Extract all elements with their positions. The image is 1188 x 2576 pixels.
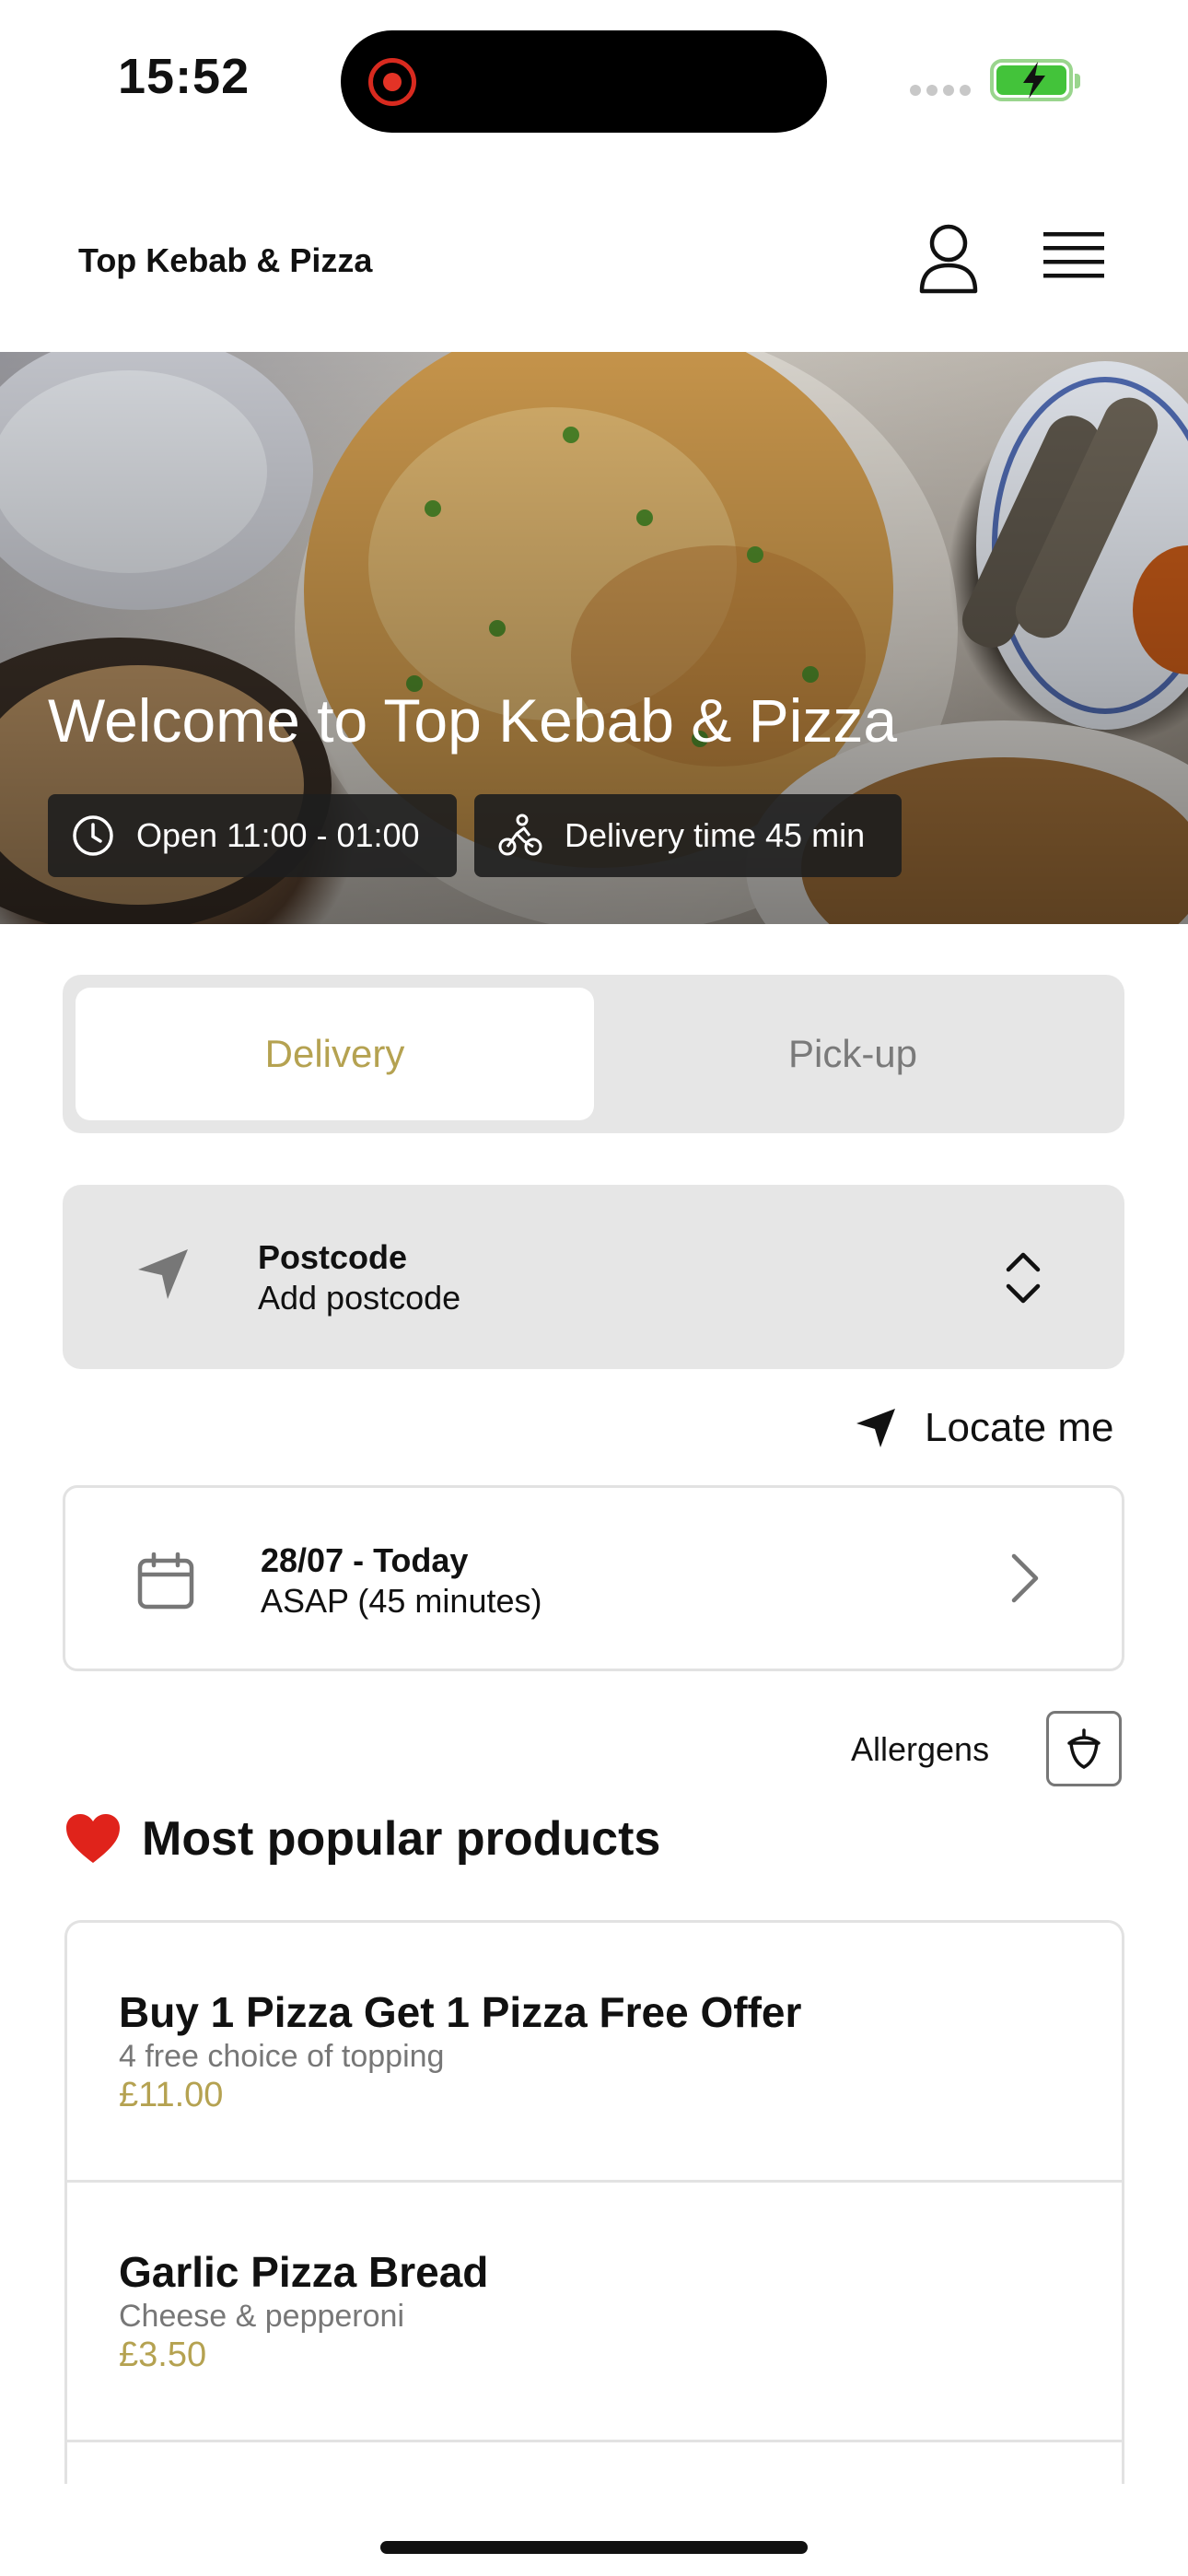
- chevron-right-icon: [1011, 1553, 1039, 1603]
- popular-section-title: Most popular products: [64, 1811, 660, 1867]
- app-header: Top Kebab & Pizza: [0, 166, 1188, 352]
- product-name: Garlic Pizza Bread: [119, 2248, 489, 2296]
- record-icon: [368, 58, 416, 106]
- location-arrow-icon: [856, 1409, 895, 1447]
- status-bar: 15:52: [0, 0, 1188, 166]
- schedule-time: ASAP (45 minutes): [261, 1582, 542, 1620]
- locate-me-button[interactable]: Locate me: [855, 1400, 1113, 1456]
- popular-title-text: Most popular products: [142, 1812, 661, 1866]
- bike-icon: [498, 814, 542, 856]
- opening-hours-badge: Open 11:00 - 01:00: [48, 794, 457, 877]
- postcode-selector[interactable]: Postcode Add postcode: [63, 1185, 1124, 1369]
- brand-name[interactable]: Top Kebab & Pizza: [78, 241, 372, 280]
- locate-me-label: Locate me: [925, 1405, 1114, 1450]
- delivery-time-badge: Delivery time 45 min: [474, 794, 902, 877]
- allergens-button[interactable]: [1046, 1711, 1122, 1786]
- dynamic-island: [341, 30, 827, 133]
- product-list: Buy 1 Pizza Get 1 Pizza Free Offer 4 fre…: [64, 1920, 1124, 2484]
- order-mode-toggle: Delivery Pick-up: [63, 975, 1124, 1133]
- product-description: Cheese & pepperoni: [119, 2299, 405, 2334]
- postcode-field[interactable]: Add postcode: [258, 1279, 460, 1317]
- location-arrow-icon: [138, 1249, 188, 1299]
- opening-hours-text: Open 11:00 - 01:00: [136, 816, 420, 854]
- product-name: Buy 1 Pizza Get 1 Pizza Free Offer: [119, 1988, 802, 2036]
- tab-delivery[interactable]: Delivery: [76, 988, 594, 1120]
- product-price: £3.50: [119, 2336, 207, 2374]
- clock-icon: [73, 815, 113, 856]
- home-indicator[interactable]: [380, 2541, 808, 2554]
- product-card[interactable]: Garlic Pizza Bread Cheese & pepperoni £3…: [67, 2183, 1122, 2442]
- hero-title: Welcome to Top Kebab & Pizza: [48, 686, 898, 755]
- schedule-selector[interactable]: 28/07 - Today ASAP (45 minutes): [63, 1485, 1124, 1671]
- hero-banner: Welcome to Top Kebab & Pizza Open 11:00 …: [0, 352, 1188, 924]
- calendar-icon: [137, 1552, 194, 1610]
- product-description: 4 free choice of topping: [119, 2039, 445, 2074]
- chevron-updown-icon: [1006, 1252, 1041, 1304]
- signal-icon: [910, 85, 971, 96]
- delivery-time-text: Delivery time 45 min: [565, 816, 866, 854]
- product-card[interactable]: Buy 1 Pizza Get 1 Pizza Free Offer 4 fre…: [67, 1923, 1122, 2183]
- menu-icon[interactable]: [1043, 230, 1104, 284]
- status-time: 15:52: [118, 49, 250, 104]
- user-icon[interactable]: [916, 223, 981, 295]
- acorn-icon: [1067, 1728, 1101, 1769]
- product-price: £11.00: [119, 2076, 224, 2114]
- battery-icon: [990, 59, 1080, 101]
- heart-icon: [66, 1814, 120, 1863]
- schedule-date: 28/07 - Today: [261, 1541, 469, 1579]
- postcode-label: Postcode: [258, 1238, 408, 1276]
- allergens-label[interactable]: Allergens: [851, 1730, 989, 1769]
- tab-pickup[interactable]: Pick-up: [594, 988, 1112, 1120]
